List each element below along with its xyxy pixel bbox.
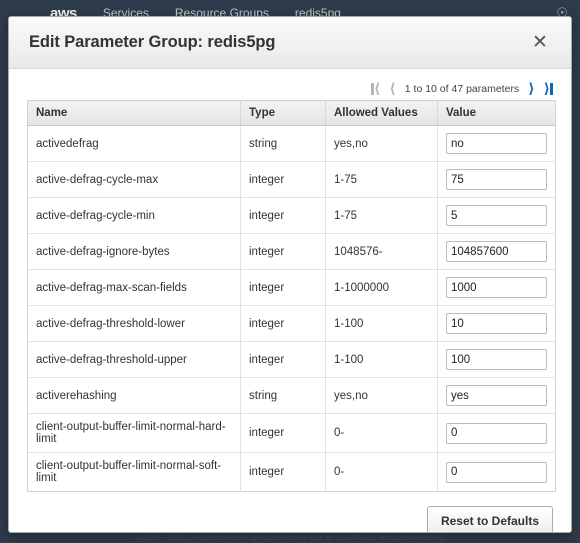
cell-value [437, 125, 556, 162]
cell-parameter-name: active-defrag-cycle-max [27, 161, 241, 198]
first-page-icon[interactable]: ⟨ [370, 82, 380, 96]
cell-parameter-name: active-defrag-ignore-bytes [27, 233, 241, 270]
table-header: Name Type Allowed Values Value [27, 100, 556, 126]
last-page-icon[interactable]: ⟩ [544, 82, 553, 96]
cell-value [437, 305, 556, 342]
cell-parameter-name: activedefrag [27, 125, 241, 162]
modal-header: Edit Parameter Group: redis5pg ✕ [9, 17, 571, 69]
cell-parameter-type: integer [240, 269, 326, 306]
cell-value [437, 161, 556, 198]
cell-value [437, 197, 556, 234]
cell-parameter-type: integer [240, 452, 326, 492]
table-row: client-output-buffer-limit-normal-soft-l… [27, 452, 556, 492]
cell-value [437, 341, 556, 378]
cell-allowed-values: yes,no [325, 377, 438, 414]
cell-allowed-values: 1-100 [325, 305, 438, 342]
cell-parameter-type: integer [240, 305, 326, 342]
cell-value [437, 233, 556, 270]
column-header-type[interactable]: Type [240, 100, 326, 126]
column-header-allowed[interactable]: Allowed Values [325, 100, 438, 126]
table-header-row: Name Type Allowed Values Value [27, 100, 556, 126]
table-row: activerehashing string yes,no [27, 377, 556, 414]
modal-body: ⟨ ⟨ 1 to 10 of 47 parameters ⟩ ⟩ Name Ty… [9, 69, 571, 532]
value-input[interactable] [446, 241, 547, 262]
cell-parameter-name: active-defrag-cycle-min [27, 197, 241, 234]
cell-value [437, 413, 556, 453]
reset-row: Reset to Defaults [27, 492, 553, 532]
parameters-table: Name Type Allowed Values Value activedef… [27, 100, 556, 492]
edit-parameter-group-modal: Edit Parameter Group: redis5pg ✕ ⟨ ⟨ 1 t… [8, 16, 572, 533]
cell-parameter-type: integer [240, 413, 326, 453]
pagination-label: 1 to 10 of 47 parameters [404, 82, 520, 95]
cell-parameter-name: active-defrag-threshold-upper [27, 341, 241, 378]
cell-allowed-values: 1-75 [325, 197, 438, 234]
next-page-icon[interactable]: ⟩ [528, 82, 534, 96]
value-input[interactable] [446, 169, 547, 190]
cell-allowed-values: 1-100 [325, 341, 438, 378]
table-row: active-defrag-ignore-bytes integer 1048576… [27, 233, 556, 270]
cell-parameter-type: integer [240, 233, 326, 270]
cell-value [437, 452, 556, 492]
table-row: activedefrag string yes,no [27, 125, 556, 162]
table-row: active-defrag-threshold-upper integer 1-10… [27, 341, 556, 378]
column-header-name[interactable]: Name [27, 100, 241, 126]
cell-parameter-name: active-defrag-threshold-lower [27, 305, 241, 342]
cell-allowed-values: 1048576- [325, 233, 438, 270]
cell-allowed-values: yes,no [325, 125, 438, 162]
value-input[interactable] [446, 422, 547, 444]
table-row: active-defrag-cycle-min integer 1-75 [27, 197, 556, 234]
cell-parameter-type: integer [240, 197, 326, 234]
cell-value [437, 269, 556, 306]
value-input[interactable] [446, 461, 547, 483]
table-body: activedefragstringyes,noactive-defrag-cy… [27, 125, 556, 492]
parameters-table-wrapper: Name Type Allowed Values Value activedef… [27, 100, 556, 492]
cell-allowed-values: 1-75 [325, 161, 438, 198]
cell-parameter-name: activerehashing [27, 377, 241, 414]
cell-parameter-type: string [240, 377, 326, 414]
value-input[interactable] [446, 385, 547, 406]
table-row: active-defrag-max-scan-fields integer 1-10… [27, 269, 556, 306]
pagination: ⟨ ⟨ 1 to 10 of 47 parameters ⟩ ⟩ [27, 69, 553, 100]
cell-parameter-name: client-output-buffer-limit-normal-hard-l… [27, 413, 241, 453]
cell-value [437, 377, 556, 414]
cell-allowed-values: 1-1000000 [325, 269, 438, 306]
cell-parameter-name: client-output-buffer-limit-normal-soft-l… [27, 452, 241, 492]
cell-parameter-name: active-defrag-max-scan-fields [27, 269, 241, 306]
value-input[interactable] [446, 205, 547, 226]
value-input[interactable] [446, 313, 547, 334]
page-title: Edit Parameter Group: redis5pg [29, 33, 276, 51]
cell-allowed-values: 0- [325, 413, 438, 453]
column-header-value[interactable]: Value [437, 100, 556, 126]
table-row: active-defrag-threshold-lower integer 1-10… [27, 305, 556, 342]
table-row: client-output-buffer-limit-normal-hard-l… [27, 413, 556, 453]
page-footer-note: © 2008 - 2021, Amazon Internet Services … [134, 533, 446, 542]
previous-page-icon[interactable]: ⟨ [389, 82, 395, 96]
value-input[interactable] [446, 277, 547, 298]
value-input[interactable] [446, 133, 547, 154]
value-input[interactable] [446, 349, 547, 370]
cell-parameter-type: string [240, 125, 326, 162]
table-row: active-defrag-cycle-max integer 1-75 [27, 161, 556, 198]
cell-parameter-type: integer [240, 341, 326, 378]
reset-to-defaults-button[interactable]: Reset to Defaults [426, 506, 553, 532]
cell-allowed-values: 0- [325, 452, 438, 492]
cell-parameter-type: integer [240, 161, 326, 198]
close-icon[interactable]: ✕ [527, 30, 553, 56]
